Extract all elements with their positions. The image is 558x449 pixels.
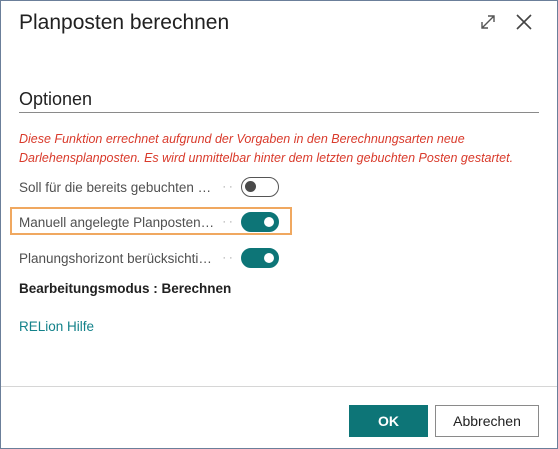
field-label: Planungshorizont berücksichtigen [19, 250, 217, 266]
toggle-manuell-planposten[interactable] [241, 212, 279, 232]
section-divider [19, 112, 539, 113]
help-link[interactable]: RELion Hilfe [19, 319, 94, 334]
toggle-knob [245, 181, 256, 192]
toggle-knob [264, 252, 274, 263]
section-title-optionen: Optionen [19, 89, 93, 109]
ok-button[interactable]: OK [349, 405, 428, 437]
field-dots: ·· [222, 181, 236, 193]
close-icon[interactable] [513, 11, 535, 33]
field-dots: ·· [222, 216, 236, 228]
cancel-button[interactable]: Abbrechen [435, 405, 539, 437]
toggle-knob [264, 216, 274, 227]
field-row-soll-gebuchte-zeilen: Soll für die bereits gebuchten Zei... ·· [19, 175, 281, 199]
dialog-title: Planposten berechnen [19, 11, 230, 34]
edit-mode-label: Bearbeitungsmodus : Berechnen [19, 281, 232, 296]
toggle-planungshorizont[interactable] [241, 248, 279, 268]
header-icons [477, 11, 535, 33]
toggle-soll-gebuchte-zeilen[interactable] [241, 177, 279, 197]
field-row-planungshorizont: Planungshorizont berücksichtigen ·· [19, 246, 281, 270]
field-label: Soll für die bereits gebuchten Zei... [19, 179, 217, 195]
expand-icon[interactable] [477, 11, 499, 33]
info-message: Diese Funktion errechnet aufgrund der Vo… [19, 132, 514, 165]
footer-divider [1, 386, 557, 387]
field-label: Manuell angelegte Planposten l... [19, 214, 217, 230]
field-dots: ·· [222, 252, 236, 264]
field-row-manuell-planposten: Manuell angelegte Planposten l... ·· [19, 210, 281, 234]
dialog: Planposten berechnen Optionen Diese Funk… [0, 0, 558, 449]
